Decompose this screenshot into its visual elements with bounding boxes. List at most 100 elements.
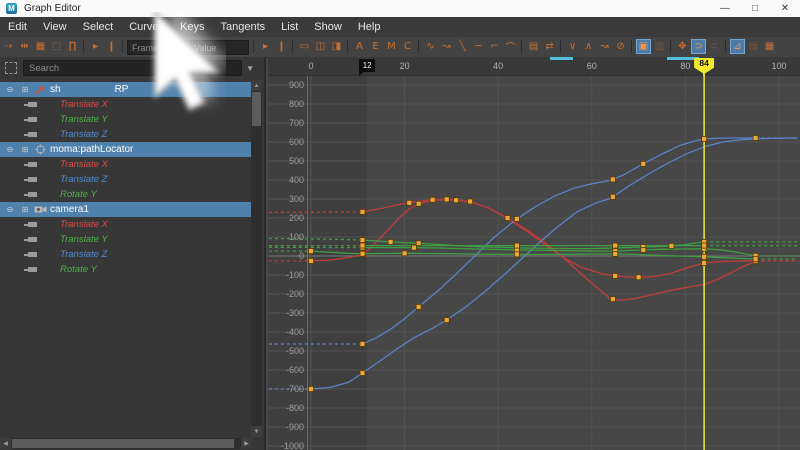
tangent-preset-c-icon[interactable]: C bbox=[400, 39, 415, 54]
keyframe[interactable] bbox=[467, 198, 474, 205]
keyframe[interactable] bbox=[701, 242, 708, 249]
keyframe[interactable] bbox=[752, 256, 759, 262]
keyframe[interactable] bbox=[612, 273, 619, 279]
keyframe[interactable] bbox=[411, 244, 417, 251]
keyframe[interactable] bbox=[308, 248, 314, 254]
show-frame-stats-icon[interactable]: ◫ bbox=[313, 39, 328, 54]
scroll-up-icon[interactable]: ▲ bbox=[251, 80, 262, 91]
lock-tangent-weight-icon[interactable]: ⊘ bbox=[613, 39, 628, 54]
menu-select[interactable]: Select bbox=[75, 17, 122, 37]
insert-keys-tool[interactable]: ⇹ bbox=[17, 39, 32, 54]
current-frame-flag[interactable]: 84 bbox=[694, 58, 715, 74]
outliner-channel-row[interactable]: Translate Z bbox=[0, 127, 254, 142]
spline-tangents-icon[interactable]: ∿ bbox=[423, 39, 438, 54]
outliner-channel-row[interactable]: Rotate Y bbox=[0, 187, 254, 202]
vertical-scrollbar-thumb[interactable] bbox=[252, 92, 261, 126]
keyframe[interactable] bbox=[701, 260, 708, 266]
scroll-down-icon[interactable]: ▼ bbox=[251, 426, 262, 437]
keyframe[interactable] bbox=[640, 160, 647, 167]
sh_RP.translateX-curve[interactable] bbox=[362, 198, 756, 301]
linear-tangents-icon[interactable]: ╲ bbox=[455, 39, 470, 54]
stacked-view-toggle[interactable]: ▥ bbox=[652, 39, 667, 54]
search-input[interactable] bbox=[23, 60, 243, 76]
menu-list[interactable]: List bbox=[273, 17, 306, 37]
maximize-button[interactable]: □ bbox=[740, 0, 770, 17]
menu-view[interactable]: View bbox=[35, 17, 75, 37]
tangent-preset-e-icon[interactable]: E bbox=[368, 39, 383, 54]
next-key-icon[interactable]: ▸ bbox=[88, 39, 103, 54]
expand-icon[interactable]: ⊞ bbox=[20, 205, 30, 214]
bookmark-range[interactable] bbox=[549, 57, 574, 60]
move-keys-tool[interactable]: ⇢ bbox=[1, 39, 16, 54]
show-buffer-curves-icon[interactable]: ▭ bbox=[297, 39, 312, 54]
keyframe[interactable] bbox=[504, 215, 511, 221]
graph-canvas[interactable]: -1000-900-800-700-600-500-400-300-200-10… bbox=[268, 76, 800, 450]
keyframe[interactable] bbox=[640, 247, 647, 253]
keyframe[interactable] bbox=[359, 250, 366, 257]
keyframe[interactable] bbox=[415, 240, 422, 247]
outliner-channel-row[interactable]: Translate Y bbox=[0, 232, 254, 247]
keyframe[interactable] bbox=[514, 242, 520, 249]
collapse-icon[interactable]: ⊖ bbox=[5, 145, 15, 154]
keyframe[interactable] bbox=[401, 250, 408, 257]
key-tick-icon[interactable]: ❙ bbox=[274, 39, 289, 54]
vertical-scrollbar[interactable]: ▲ ▼ bbox=[251, 80, 262, 437]
keyframe[interactable] bbox=[308, 386, 314, 392]
time-ruler[interactable]: 0 20 40 60 80 100 12 84 bbox=[268, 57, 800, 76]
keyframe[interactable] bbox=[612, 251, 619, 257]
outliner-node-row[interactable]: ⊖ ⊞ camera1 bbox=[0, 202, 254, 217]
next-key-icon[interactable]: ▸ bbox=[258, 39, 273, 54]
keyframe[interactable] bbox=[359, 209, 366, 215]
swap-buffer-icon[interactable]: ⇄ bbox=[542, 39, 557, 54]
minimize-button[interactable]: — bbox=[710, 0, 740, 17]
menu-show[interactable]: Show bbox=[306, 17, 350, 37]
bookmark-frame-flag[interactable]: 12 bbox=[359, 59, 376, 76]
menu-tangents[interactable]: Tangents bbox=[213, 17, 274, 37]
keyframe[interactable] bbox=[415, 304, 422, 310]
free-tangent-weight-icon[interactable]: ↝ bbox=[597, 39, 612, 54]
keyframe[interactable] bbox=[443, 317, 450, 323]
keyframe[interactable] bbox=[387, 239, 394, 245]
retime-tool[interactable]: ∏ bbox=[65, 39, 80, 54]
menu-edit[interactable]: Edit bbox=[0, 17, 35, 37]
menu-keys[interactable]: Keys bbox=[172, 17, 212, 37]
spreadsheet-mode[interactable]: ▦ bbox=[762, 39, 777, 54]
keyframe[interactable] bbox=[406, 199, 413, 206]
keyframe[interactable] bbox=[612, 242, 619, 249]
keyframe[interactable] bbox=[514, 216, 520, 222]
region-keys-tool[interactable]: ⬚ bbox=[49, 39, 64, 54]
time-snap-toggle[interactable]: ⊃ bbox=[691, 39, 706, 54]
keyframe[interactable] bbox=[635, 274, 642, 281]
keyframe[interactable] bbox=[609, 296, 616, 302]
outliner-channel-row[interactable]: Translate X bbox=[0, 217, 254, 232]
plateau-tangents-icon[interactable]: ⌒ bbox=[503, 39, 518, 54]
chevron-down-icon[interactable]: ▼ bbox=[246, 64, 254, 73]
unify-tangents-icon[interactable]: ∧ bbox=[581, 39, 596, 54]
keyframe[interactable] bbox=[609, 193, 616, 200]
keyframe[interactable] bbox=[359, 242, 366, 249]
outliner-channel-row[interactable]: Translate Z bbox=[0, 172, 254, 187]
lattice-deform-keys-tool[interactable]: ▦ bbox=[33, 39, 48, 54]
horizontal-scrollbar-thumb[interactable] bbox=[12, 439, 234, 448]
keyframe[interactable] bbox=[308, 258, 314, 264]
keyframe[interactable] bbox=[514, 251, 520, 258]
keyframe[interactable] bbox=[359, 341, 366, 347]
keyframe[interactable] bbox=[429, 196, 436, 203]
keyframe[interactable] bbox=[752, 135, 759, 141]
outliner-channel-row[interactable]: Translate Y bbox=[0, 112, 254, 127]
buffer-snapshot-icon[interactable]: ▤ bbox=[526, 39, 541, 54]
show-value-stats-icon[interactable]: ◨ bbox=[329, 39, 344, 54]
value-field[interactable] bbox=[189, 40, 249, 55]
break-tangents-icon[interactable]: ∨ bbox=[565, 39, 580, 54]
clamped-tangents-icon[interactable]: ↝ bbox=[439, 39, 454, 54]
camera1.rotateY-curve[interactable] bbox=[310, 250, 756, 260]
outliner-channel-row[interactable]: Translate X bbox=[0, 97, 254, 112]
keyframe[interactable] bbox=[609, 176, 616, 183]
step-tangents-icon[interactable]: ⌐ bbox=[487, 39, 502, 54]
menu-curves[interactable]: Curves bbox=[121, 17, 172, 37]
graph-editor-mode[interactable]: ⊿ bbox=[730, 39, 745, 54]
scroll-right-icon[interactable]: ▶ bbox=[241, 438, 252, 449]
keyframe[interactable] bbox=[701, 136, 708, 142]
outliner-node-row[interactable]: ⊖ ⊞ moma:pathLocator bbox=[0, 142, 254, 157]
collapse-icon[interactable]: ⊖ bbox=[5, 205, 15, 214]
